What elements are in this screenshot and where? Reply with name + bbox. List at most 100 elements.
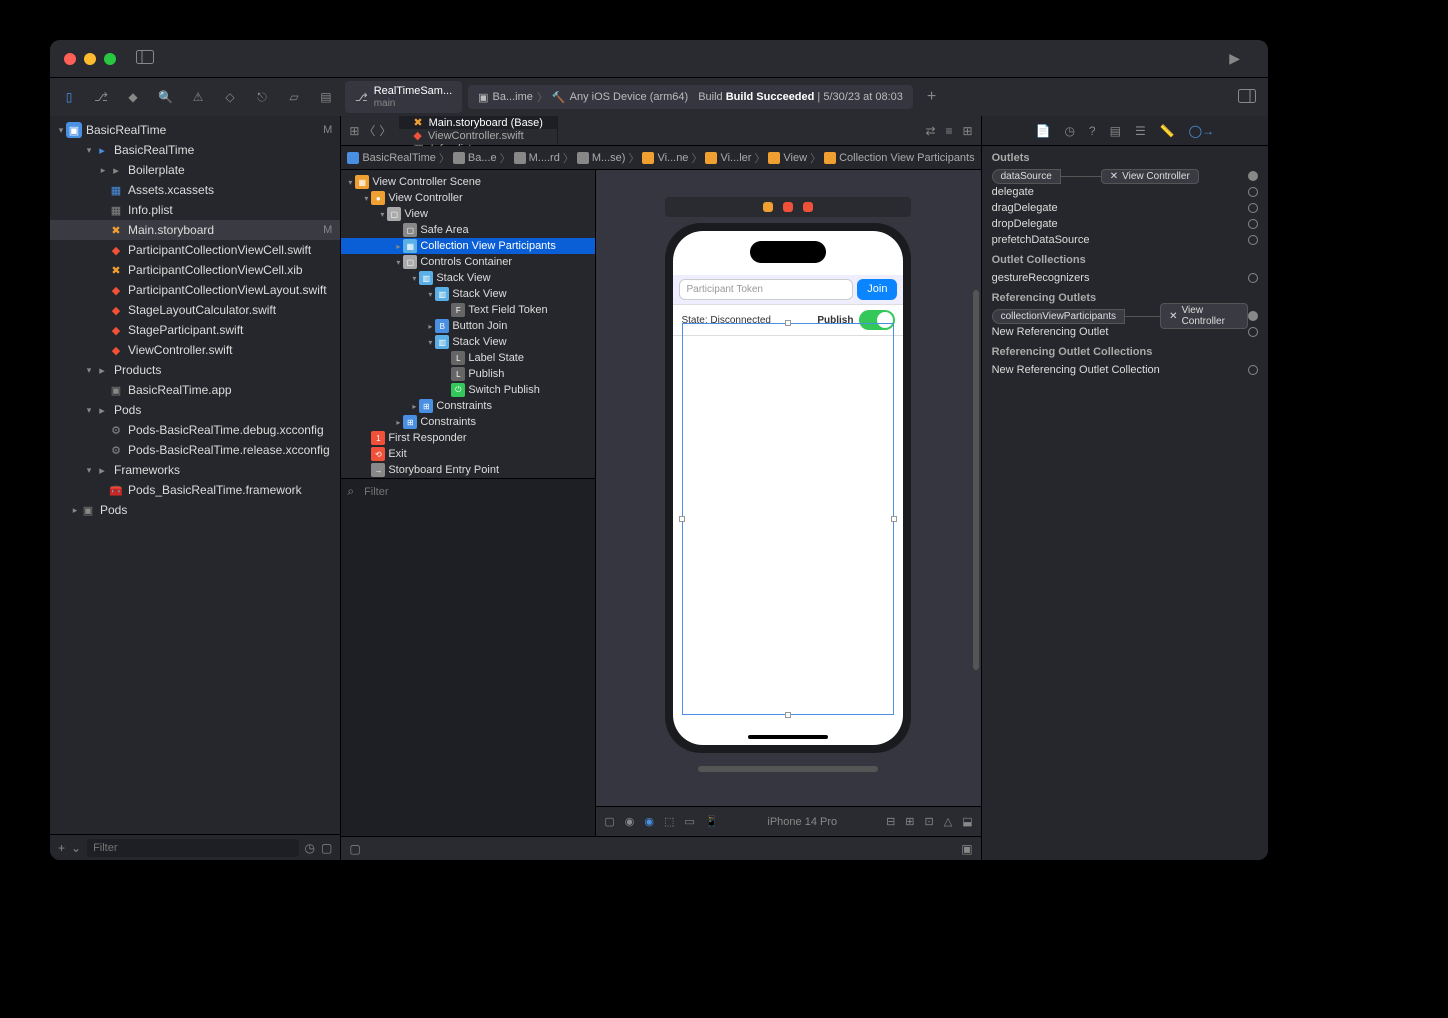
- align-icon[interactable]: ⊞: [905, 815, 914, 828]
- zoom-out-icon[interactable]: ⊟: [886, 815, 895, 828]
- back-button-icon[interactable]: 〈: [363, 122, 375, 139]
- outline-row[interactable]: LPublish: [341, 366, 595, 382]
- connection-row[interactable]: New Referencing Outlet Collection: [982, 362, 1268, 378]
- vc-dock-icon[interactable]: [763, 202, 773, 212]
- outline-row[interactable]: →Storyboard Entry Point: [341, 462, 595, 478]
- layout-icon[interactable]: ⬚: [664, 815, 674, 828]
- outline-row[interactable]: ⟲Exit: [341, 446, 595, 462]
- bounds-icon[interactable]: ◉: [644, 815, 654, 828]
- responder-dock-icon[interactable]: [783, 202, 793, 212]
- connection-socket-icon[interactable]: [1248, 273, 1258, 283]
- related-items-icon[interactable]: ⊞: [349, 124, 359, 138]
- outline-row[interactable]: ▸▦Collection View Participants: [341, 238, 595, 254]
- connection-socket-icon[interactable]: [1248, 187, 1258, 197]
- device-selector[interactable]: iPhone 14 Pro: [767, 816, 837, 828]
- jump-bar-segment[interactable]: View: [768, 152, 807, 164]
- file-inspector-icon[interactable]: 📄: [1035, 124, 1050, 138]
- jump-bar-segment[interactable]: M...se): [577, 152, 626, 164]
- activity-viewer[interactable]: ▣ Ba...ime 〉 🔨 Any iOS Device (arm64) Bu…: [468, 85, 913, 109]
- adjust-editor-icon[interactable]: ◉: [625, 815, 635, 828]
- connection-row[interactable]: dropDelegate: [982, 216, 1268, 232]
- help-inspector-icon[interactable]: ?: [1089, 124, 1096, 138]
- outline-toggle-icon[interactable]: ▢: [604, 815, 614, 828]
- add-tab-button[interactable]: +: [927, 88, 936, 106]
- collection-view-selection[interactable]: [682, 323, 894, 715]
- connection-socket-icon[interactable]: [1248, 171, 1258, 181]
- orientation-icon[interactable]: ▭: [684, 815, 694, 828]
- nav-row[interactable]: ▦Assets.xcassets: [50, 180, 340, 200]
- horizontal-scrollbar[interactable]: [698, 766, 878, 772]
- connection-socket-icon[interactable]: [1248, 235, 1258, 245]
- nav-row[interactable]: ▣BasicRealTime.app: [50, 380, 340, 400]
- zoom-window-button[interactable]: [104, 53, 116, 65]
- connection-socket-icon[interactable]: [1248, 327, 1258, 337]
- editor-tab[interactable]: ◆ViewController.swift: [399, 129, 558, 142]
- connection-row[interactable]: dataSource✕View Controller: [982, 168, 1268, 184]
- nav-row[interactable]: ▾▸Pods: [50, 400, 340, 420]
- find-navigator-icon[interactable]: 🔍: [158, 89, 173, 105]
- library-button-icon[interactable]: [1238, 89, 1256, 106]
- embed-icon[interactable]: ⬓: [962, 815, 972, 828]
- nav-row[interactable]: ▾▸BasicRealTime: [50, 140, 340, 160]
- connection-row[interactable]: gestureRecognizers: [982, 270, 1268, 286]
- nav-row[interactable]: ▾▸Frameworks: [50, 460, 340, 480]
- resize-handle[interactable]: [891, 516, 897, 522]
- device-icon[interactable]: 📱: [705, 815, 719, 828]
- nav-row[interactable]: ◆ViewController.swift: [50, 340, 340, 360]
- scm-filter-icon[interactable]: ▢: [321, 841, 332, 855]
- connection-socket-icon[interactable]: [1248, 365, 1258, 375]
- jump-bar-segment[interactable]: Ba...e: [453, 152, 497, 164]
- source-control-navigator-icon[interactable]: ⎇: [94, 89, 108, 105]
- outline-row[interactable]: LLabel State: [341, 350, 595, 366]
- size-inspector-icon[interactable]: 📏: [1160, 124, 1175, 138]
- nav-row[interactable]: ✖Main.storyboardM: [50, 220, 340, 240]
- forward-button-icon[interactable]: 〉: [379, 122, 391, 139]
- symbol-navigator-icon[interactable]: ◆: [126, 89, 140, 105]
- debug-toggle-icon[interactable]: ▢: [349, 842, 360, 856]
- ib-canvas[interactable]: →: [596, 170, 980, 806]
- exit-dock-icon[interactable]: [803, 202, 813, 212]
- filter-icon[interactable]: ⌄: [71, 841, 81, 855]
- navigator-filter-input[interactable]: [87, 839, 298, 857]
- connection-socket-icon[interactable]: [1248, 203, 1258, 213]
- close-window-button[interactable]: [64, 53, 76, 65]
- outline-row[interactable]: 1First Responder: [341, 430, 595, 446]
- nav-row[interactable]: ◆ParticipantCollectionViewCell.swift: [50, 240, 340, 260]
- resize-handle[interactable]: [679, 516, 685, 522]
- nav-row[interactable]: ▦Info.plist: [50, 200, 340, 220]
- connection-socket-icon[interactable]: [1248, 311, 1258, 321]
- recent-filter-icon[interactable]: ◷: [305, 841, 315, 855]
- swap-icon[interactable]: ⇄: [925, 124, 935, 138]
- vertical-scrollbar[interactable]: [973, 290, 979, 670]
- outline-row[interactable]: ▾▦View Controller Scene: [341, 174, 595, 190]
- outline-row[interactable]: ▾▥Stack View: [341, 270, 595, 286]
- history-inspector-icon[interactable]: ◷: [1064, 124, 1074, 138]
- nav-row-root[interactable]: ▾ ▣ BasicRealTime M: [50, 120, 340, 140]
- report-navigator-icon[interactable]: ▤: [319, 89, 333, 105]
- breakpoint-navigator-icon[interactable]: ▱: [287, 89, 301, 105]
- connection-socket-icon[interactable]: [1248, 219, 1258, 229]
- resolve-icon[interactable]: △: [944, 815, 952, 828]
- nav-row[interactable]: 🧰Pods_BasicRealTime.framework: [50, 480, 340, 500]
- connection-row[interactable]: collectionViewParticipants✕View Controll…: [982, 308, 1268, 324]
- issue-navigator-icon[interactable]: ⚠: [191, 89, 205, 105]
- nav-row[interactable]: ⚙Pods-BasicRealTime.debug.xcconfig: [50, 420, 340, 440]
- attributes-inspector-icon[interactable]: ☰: [1135, 124, 1146, 138]
- resize-handle[interactable]: [785, 712, 791, 718]
- nav-row[interactable]: ▾▸Products: [50, 360, 340, 380]
- nav-row[interactable]: ▸▣Pods: [50, 500, 340, 520]
- outline-row[interactable]: ▾●View Controller: [341, 190, 595, 206]
- connection-row[interactable]: delegate: [982, 184, 1268, 200]
- outline-row[interactable]: ▾▥Stack View: [341, 286, 595, 302]
- document-outline[interactable]: ▾▦View Controller Scene▾●View Controller…: [341, 170, 596, 478]
- debug-pane-toggle-icon[interactable]: ▣: [961, 842, 972, 856]
- nav-row[interactable]: ⚙Pods-BasicRealTime.release.xcconfig: [50, 440, 340, 460]
- outline-row[interactable]: ▸⊞Constraints: [341, 398, 595, 414]
- jump-bar[interactable]: BasicRealTime〉Ba...e〉M....rd〉M...se)〉Vi.…: [341, 146, 980, 170]
- connections-inspector-icon[interactable]: ◯→: [1189, 124, 1214, 138]
- outline-row[interactable]: ▾▢Controls Container: [341, 254, 595, 270]
- project-navigator-icon[interactable]: ▯: [62, 89, 76, 105]
- editor-tab[interactable]: ✖Main.storyboard (Base): [399, 116, 558, 129]
- identity-inspector-icon[interactable]: ▤: [1110, 124, 1121, 138]
- outline-filter-input[interactable]: [358, 483, 589, 501]
